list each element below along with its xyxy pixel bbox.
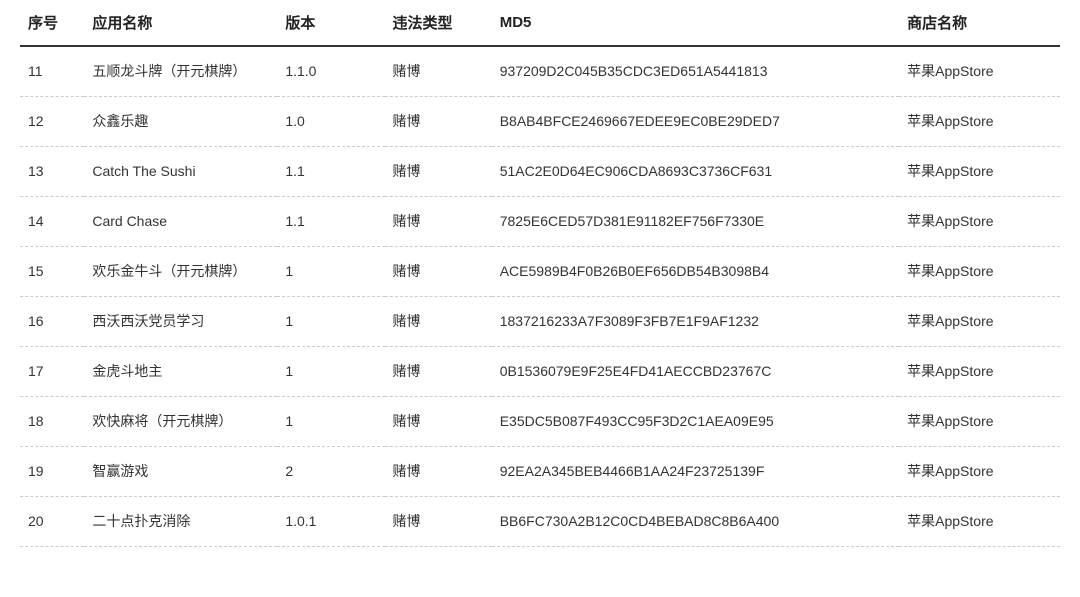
header-version: 版本 bbox=[277, 0, 384, 46]
cell-version: 1.0.1 bbox=[277, 497, 384, 547]
cell-md5: E35DC5B087F493CC95F3D2C1AEA09E95 bbox=[492, 397, 899, 447]
cell-seq: 14 bbox=[20, 197, 84, 247]
header-store: 商店名称 bbox=[899, 0, 1060, 46]
cell-version: 1.1 bbox=[277, 197, 384, 247]
table-row: 14Card Chase1.1赌博7825E6CED57D381E91182EF… bbox=[20, 197, 1060, 247]
cell-version: 1 bbox=[277, 347, 384, 397]
cell-version: 1 bbox=[277, 397, 384, 447]
cell-violation: 赌博 bbox=[385, 297, 492, 347]
header-name: 应用名称 bbox=[84, 0, 277, 46]
cell-seq: 20 bbox=[20, 497, 84, 547]
cell-seq: 17 bbox=[20, 347, 84, 397]
cell-seq: 13 bbox=[20, 147, 84, 197]
cell-seq: 12 bbox=[20, 97, 84, 147]
cell-store: 苹果AppStore bbox=[899, 447, 1060, 497]
cell-name: 五顺龙斗牌（开元棋牌） bbox=[84, 46, 277, 97]
cell-name: 智赢游戏 bbox=[84, 447, 277, 497]
table-row: 17金虎斗地主1赌博0B1536079E9F25E4FD41AECCBD2376… bbox=[20, 347, 1060, 397]
cell-store: 苹果AppStore bbox=[899, 197, 1060, 247]
cell-violation: 赌博 bbox=[385, 197, 492, 247]
cell-name: 欢快麻将（开元棋牌） bbox=[84, 397, 277, 447]
table-row: 13Catch The Sushi1.1赌博51AC2E0D64EC906CDA… bbox=[20, 147, 1060, 197]
cell-seq: 18 bbox=[20, 397, 84, 447]
cell-md5: 1837216233A7F3089F3FB7E1F9AF1232 bbox=[492, 297, 899, 347]
table-header-row: 序号 应用名称 版本 违法类型 MD5 商店名称 bbox=[20, 0, 1060, 46]
header-seq: 序号 bbox=[20, 0, 84, 46]
cell-store: 苹果AppStore bbox=[899, 147, 1060, 197]
cell-store: 苹果AppStore bbox=[899, 397, 1060, 447]
cell-name: 欢乐金牛斗（开元棋牌） bbox=[84, 247, 277, 297]
cell-md5: ACE5989B4F0B26B0EF656DB54B3098B4 bbox=[492, 247, 899, 297]
cell-md5: 7825E6CED57D381E91182EF756F7330E bbox=[492, 197, 899, 247]
cell-version: 1.1.0 bbox=[277, 46, 384, 97]
table-row: 12众鑫乐趣1.0赌博B8AB4BFCE2469667EDEE9EC0BE29D… bbox=[20, 97, 1060, 147]
cell-name: 众鑫乐趣 bbox=[84, 97, 277, 147]
cell-md5: B8AB4BFCE2469667EDEE9EC0BE29DED7 bbox=[492, 97, 899, 147]
cell-violation: 赌博 bbox=[385, 347, 492, 397]
cell-name: Card Chase bbox=[84, 197, 277, 247]
table-row: 11五顺龙斗牌（开元棋牌）1.1.0赌博937209D2C045B35CDC3E… bbox=[20, 46, 1060, 97]
cell-name: 二十点扑克消除 bbox=[84, 497, 277, 547]
cell-store: 苹果AppStore bbox=[899, 247, 1060, 297]
cell-violation: 赌博 bbox=[385, 397, 492, 447]
cell-violation: 赌博 bbox=[385, 447, 492, 497]
table-wrapper: 序号 应用名称 版本 违法类型 MD5 商店名称 11五顺龙斗牌（开元棋牌）1.… bbox=[0, 0, 1080, 547]
data-table: 序号 应用名称 版本 违法类型 MD5 商店名称 11五顺龙斗牌（开元棋牌）1.… bbox=[20, 0, 1060, 547]
cell-violation: 赌博 bbox=[385, 97, 492, 147]
table-row: 18欢快麻将（开元棋牌）1赌博E35DC5B087F493CC95F3D2C1A… bbox=[20, 397, 1060, 447]
header-violation: 违法类型 bbox=[385, 0, 492, 46]
cell-store: 苹果AppStore bbox=[899, 497, 1060, 547]
cell-store: 苹果AppStore bbox=[899, 97, 1060, 147]
cell-md5: 937209D2C045B35CDC3ED651A5441813 bbox=[492, 46, 899, 97]
cell-seq: 16 bbox=[20, 297, 84, 347]
table-row: 16西沃西沃党员学习1赌博1837216233A7F3089F3FB7E1F9A… bbox=[20, 297, 1060, 347]
cell-name: 金虎斗地主 bbox=[84, 347, 277, 397]
cell-md5: 51AC2E0D64EC906CDA8693C3736CF631 bbox=[492, 147, 899, 197]
table-row: 20二十点扑克消除1.0.1赌博BB6FC730A2B12C0CD4BEBAD8… bbox=[20, 497, 1060, 547]
cell-version: 2 bbox=[277, 447, 384, 497]
cell-store: 苹果AppStore bbox=[899, 297, 1060, 347]
cell-md5: 0B1536079E9F25E4FD41AECCBD23767C bbox=[492, 347, 899, 397]
cell-violation: 赌博 bbox=[385, 46, 492, 97]
cell-md5: 92EA2A345BEB4466B1AA24F23725139F bbox=[492, 447, 899, 497]
cell-seq: 19 bbox=[20, 447, 84, 497]
cell-version: 1 bbox=[277, 247, 384, 297]
cell-violation: 赌博 bbox=[385, 147, 492, 197]
cell-version: 1 bbox=[277, 297, 384, 347]
header-md5: MD5 bbox=[492, 0, 899, 46]
cell-version: 1.0 bbox=[277, 97, 384, 147]
cell-store: 苹果AppStore bbox=[899, 347, 1060, 397]
cell-seq: 15 bbox=[20, 247, 84, 297]
cell-violation: 赌博 bbox=[385, 247, 492, 297]
table-row: 15欢乐金牛斗（开元棋牌）1赌博ACE5989B4F0B26B0EF656DB5… bbox=[20, 247, 1060, 297]
cell-name: Catch The Sushi bbox=[84, 147, 277, 197]
cell-name: 西沃西沃党员学习 bbox=[84, 297, 277, 347]
cell-version: 1.1 bbox=[277, 147, 384, 197]
cell-store: 苹果AppStore bbox=[899, 46, 1060, 97]
cell-md5: BB6FC730A2B12C0CD4BEBAD8C8B6A400 bbox=[492, 497, 899, 547]
cell-seq: 11 bbox=[20, 46, 84, 97]
cell-violation: 赌博 bbox=[385, 497, 492, 547]
table-row: 19智赢游戏2赌博92EA2A345BEB4466B1AA24F23725139… bbox=[20, 447, 1060, 497]
